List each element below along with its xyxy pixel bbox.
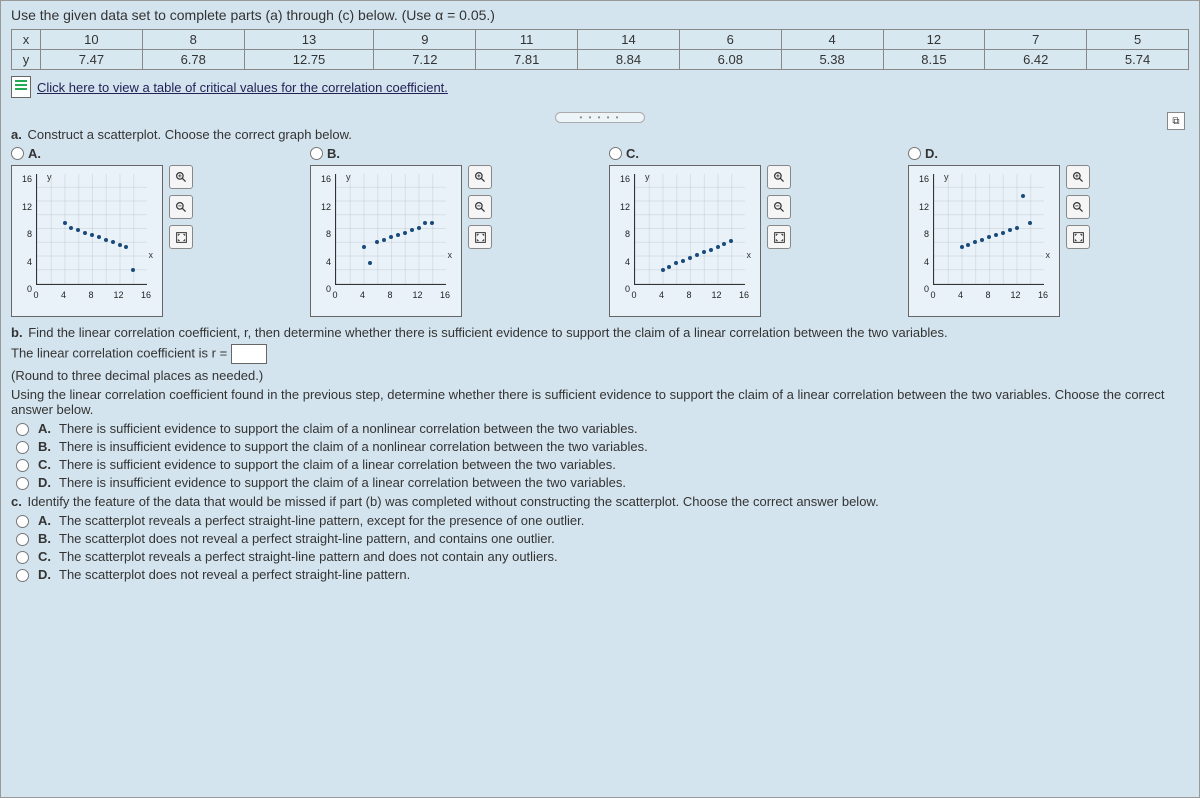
part-b-text: Find the linear correlation coefficient,… xyxy=(28,325,947,340)
scatter-option-c: C. yx04812160481216 xyxy=(609,146,890,317)
zoom-out-icon[interactable] xyxy=(169,195,193,219)
radio-option-d[interactable] xyxy=(908,147,921,160)
radio-option-a[interactable] xyxy=(11,147,24,160)
answer-text: There is sufficient evidence to support … xyxy=(59,421,638,436)
radio-partc-c[interactable] xyxy=(16,551,29,564)
option-label: A. xyxy=(28,146,41,161)
row-label-y: y xyxy=(12,50,41,70)
zoom-in-icon[interactable] xyxy=(169,165,193,189)
zoom-out-icon[interactable] xyxy=(468,195,492,219)
scatter-chart-c: yx04812160481216 xyxy=(609,165,761,317)
zoom-in-icon[interactable] xyxy=(1066,165,1090,189)
part-a-label: a. xyxy=(11,127,22,142)
radio-partb-c[interactable] xyxy=(16,459,29,472)
round-note: (Round to three decimal places as needed… xyxy=(11,368,1189,383)
page-title: Use the given data set to complete parts… xyxy=(11,7,1189,23)
radio-partb-d[interactable] xyxy=(16,477,29,490)
answer-text: The scatterplot reveals a perfect straig… xyxy=(59,549,558,564)
part-a-text: Construct a scatterplot. Choose the corr… xyxy=(27,127,351,142)
answer-text: There is insufficient evidence to suppor… xyxy=(59,439,648,454)
radio-partc-b[interactable] xyxy=(16,533,29,546)
part-c-text: Identify the feature of the data that wo… xyxy=(27,494,878,509)
zoom-out-icon[interactable] xyxy=(767,195,791,219)
table-row-y: y 7.47 6.78 12.75 7.12 7.81 8.84 6.08 5.… xyxy=(12,50,1189,70)
answer-text: The scatterplot does not reveal a perfec… xyxy=(59,531,555,546)
radio-option-b[interactable] xyxy=(310,147,323,160)
expand-icon[interactable] xyxy=(1066,225,1090,249)
option-label: C. xyxy=(626,146,639,161)
part-b-label: b. xyxy=(11,325,23,340)
answer-row: D. There is insufficient evidence to supp… xyxy=(11,475,1189,490)
part-b-followup: Using the linear correlation coefficient… xyxy=(11,387,1189,417)
scatter-option-a: A. yx04812160481216 xyxy=(11,146,292,317)
answer-label: C. xyxy=(38,549,51,564)
answer-text: There is sufficient evidence to support … xyxy=(59,457,616,472)
coef-line-text: The linear correlation coefficient is r … xyxy=(11,345,227,360)
expand-icon[interactable] xyxy=(169,225,193,249)
radio-partc-a[interactable] xyxy=(16,515,29,528)
answer-label: B. xyxy=(38,439,51,454)
data-table: x 10 8 13 9 11 14 6 4 12 7 5 y 7.47 6.78… xyxy=(11,29,1189,70)
expand-icon[interactable] xyxy=(468,225,492,249)
table-row-x: x 10 8 13 9 11 14 6 4 12 7 5 xyxy=(12,30,1189,50)
radio-partc-d[interactable] xyxy=(16,569,29,582)
option-label: D. xyxy=(925,146,938,161)
critical-values-link[interactable]: Click here to view a table of critical v… xyxy=(37,80,448,95)
answer-label: D. xyxy=(38,567,51,582)
answer-text: The scatterplot reveals a perfect straig… xyxy=(59,513,584,528)
zoom-in-icon[interactable] xyxy=(468,165,492,189)
scatter-option-d: D. yx04812160481216 xyxy=(908,146,1189,317)
copy-icon[interactable]: ⧉ xyxy=(1167,112,1185,130)
answer-row: A. There is sufficient evidence to suppor… xyxy=(11,421,1189,436)
answer-row: C. The scatterplot reveals a perfect stra… xyxy=(11,549,1189,564)
answer-text: There is insufficient evidence to suppor… xyxy=(59,475,626,490)
expand-icon[interactable] xyxy=(767,225,791,249)
answer-row: C. There is sufficient evidence to suppor… xyxy=(11,457,1189,472)
zoom-out-icon[interactable] xyxy=(1066,195,1090,219)
answer-label: B. xyxy=(38,531,51,546)
r-input[interactable] xyxy=(231,344,267,364)
answer-label: C. xyxy=(38,457,51,472)
answer-text: The scatterplot does not reveal a perfec… xyxy=(59,567,410,582)
scatter-option-b: B. yx04812160481216 xyxy=(310,146,591,317)
scatter-chart-b: yx04812160481216 xyxy=(310,165,462,317)
answer-row: A. The scatterplot reveals a perfect stra… xyxy=(11,513,1189,528)
option-label: B. xyxy=(327,146,340,161)
radio-option-c[interactable] xyxy=(609,147,622,160)
radio-partb-a[interactable] xyxy=(16,423,29,436)
scatter-chart-d: yx04812160481216 xyxy=(908,165,1060,317)
answer-row: D. The scatterplot does not reveal a perf… xyxy=(11,567,1189,582)
row-label-x: x xyxy=(12,30,41,50)
answer-row: B. The scatterplot does not reveal a perf… xyxy=(11,531,1189,546)
answer-row: B. There is insufficient evidence to supp… xyxy=(11,439,1189,454)
scatter-chart-a: yx04812160481216 xyxy=(11,165,163,317)
answer-label: D. xyxy=(38,475,51,490)
zoom-in-icon[interactable] xyxy=(767,165,791,189)
answer-label: A. xyxy=(38,421,51,436)
answer-label: A. xyxy=(38,513,51,528)
part-c-label: c. xyxy=(11,494,22,509)
document-icon[interactable] xyxy=(11,76,31,98)
radio-partb-b[interactable] xyxy=(16,441,29,454)
collapse-indicator[interactable]: • • • • • xyxy=(11,108,1189,123)
